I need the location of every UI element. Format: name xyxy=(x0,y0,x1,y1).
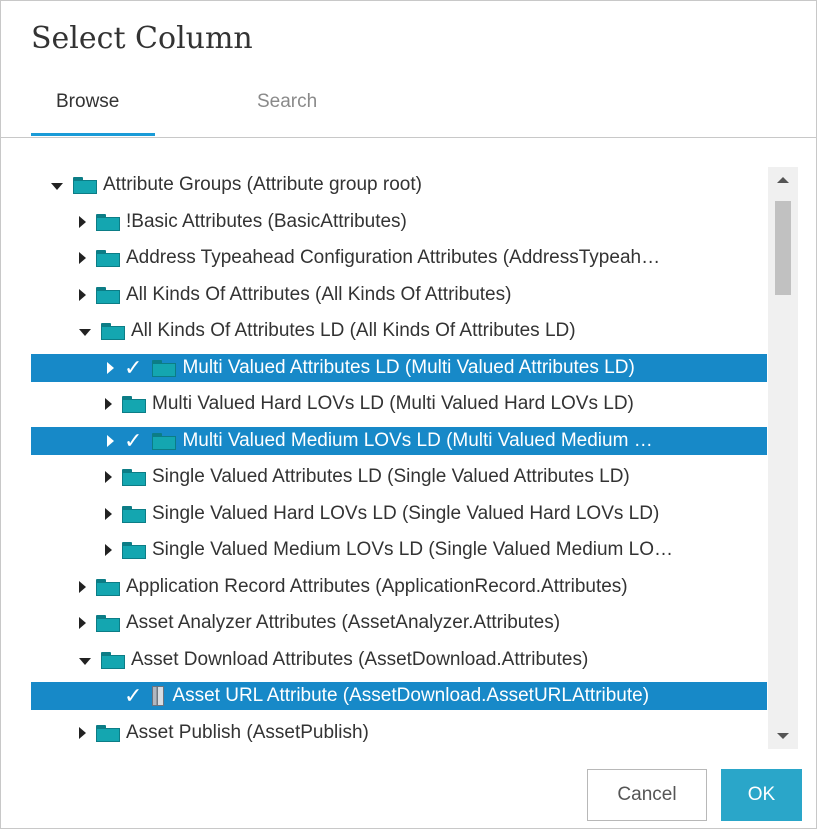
folder-icon xyxy=(122,505,146,523)
folder-icon xyxy=(122,468,146,486)
tree-scrollbar[interactable] xyxy=(768,167,798,749)
scroll-thumb[interactable] xyxy=(775,201,791,295)
expand-arrow-icon[interactable] xyxy=(79,657,91,665)
ok-button[interactable]: OK xyxy=(721,769,802,821)
scroll-up-arrow-icon[interactable] xyxy=(777,177,789,183)
collapse-arrow-icon[interactable] xyxy=(79,727,86,739)
tree-row[interactable]: !Basic Attributes (BasicAttributes) xyxy=(31,208,767,236)
tree-row[interactable]: Single Valued Medium LOVs LD (Single Val… xyxy=(31,536,767,564)
tree-row[interactable]: ✓ Multi Valued Attributes LD (Multi Value… xyxy=(31,354,767,382)
tree-row-label: Application Record Attributes (Applicati… xyxy=(126,576,628,597)
attribute-icon xyxy=(152,686,165,706)
folder-icon xyxy=(101,322,125,340)
collapse-arrow-icon[interactable] xyxy=(79,289,86,301)
tree-row-label: Asset URL Attribute (AssetDownload.Asset… xyxy=(172,685,650,706)
tree-row[interactable]: Address Typeahead Configuration Attribut… xyxy=(31,244,767,272)
folder-icon xyxy=(152,432,177,450)
tree-row-label: Asset Download Attributes (AssetDownload… xyxy=(131,649,589,670)
tree-row[interactable]: Attribute Groups (Attribute group root) xyxy=(31,171,767,199)
tree-row[interactable]: ✓ Multi Valued Medium LOVs LD (Multi Valu… xyxy=(31,427,767,455)
tree-row[interactable]: Single Valued Attributes LD (Single Valu… xyxy=(31,463,767,491)
collapse-arrow-icon[interactable] xyxy=(107,435,114,447)
tree-row-label: Single Valued Attributes LD (Single Valu… xyxy=(152,466,630,487)
collapse-arrow-icon[interactable] xyxy=(79,617,86,629)
tree-row[interactable]: Single Valued Hard LOVs LD (Single Value… xyxy=(31,500,767,528)
tree-row-label: Asset Publish (AssetPublish) xyxy=(126,722,369,743)
checkmark-icon: ✓ xyxy=(124,683,143,708)
tree-row[interactable]: ✓ Asset URL Attribute (AssetDownload.Asse… xyxy=(31,682,767,710)
tree-row-label: All Kinds Of Attributes (All Kinds Of At… xyxy=(126,284,512,305)
collapse-arrow-icon[interactable] xyxy=(79,581,86,593)
tree-row[interactable]: All Kinds Of Attributes (All Kinds Of At… xyxy=(31,281,767,309)
folder-icon xyxy=(73,176,97,194)
tree-row[interactable]: Multi Valued Hard LOVs LD (Multi Valued … xyxy=(31,390,767,418)
select-column-dialog: Select Column Browse Search Attribute Gr… xyxy=(0,0,817,829)
dialog-title: Select Column xyxy=(31,21,253,56)
collapse-arrow-icon[interactable] xyxy=(79,216,86,228)
collapse-arrow-icon[interactable] xyxy=(105,508,112,520)
folder-icon xyxy=(96,724,120,742)
tree-row-label: Multi Valued Attributes LD (Multi Valued… xyxy=(182,357,635,378)
tab-search[interactable]: Search xyxy=(257,91,317,113)
tree-row-label: Multi Valued Medium LOVs LD (Multi Value… xyxy=(182,430,653,451)
tab-browse[interactable]: Browse xyxy=(56,91,119,113)
scroll-down-arrow-icon[interactable] xyxy=(777,733,789,739)
collapse-arrow-icon[interactable] xyxy=(105,471,112,483)
tree-row-label: Asset Analyzer Attributes (AssetAnalyzer… xyxy=(126,612,561,633)
tree-row-label: Address Typeahead Configuration Attribut… xyxy=(126,247,661,268)
checkmark-icon: ✓ xyxy=(124,355,143,380)
tree-row-label: Multi Valued Hard LOVs LD (Multi Valued … xyxy=(152,393,634,414)
folder-icon xyxy=(96,249,120,267)
folder-icon xyxy=(96,578,120,596)
tab-bar: Browse Search xyxy=(1,81,816,138)
tree-row[interactable]: Asset Publish (AssetPublish) xyxy=(31,719,767,747)
tree-row[interactable]: Asset Analyzer Attributes (AssetAnalyzer… xyxy=(31,609,767,637)
collapse-arrow-icon[interactable] xyxy=(79,252,86,264)
tree-row-label: !Basic Attributes (BasicAttributes) xyxy=(126,211,407,232)
attribute-tree: Attribute Groups (Attribute group root)!… xyxy=(31,166,767,748)
tree-row-label: Single Valued Hard LOVs LD (Single Value… xyxy=(152,503,660,524)
expand-arrow-icon[interactable] xyxy=(79,328,91,336)
collapse-arrow-icon[interactable] xyxy=(105,544,112,556)
folder-icon xyxy=(101,651,125,669)
collapse-arrow-icon[interactable] xyxy=(105,398,112,410)
folder-icon xyxy=(96,614,120,632)
folder-icon xyxy=(152,359,177,377)
collapse-arrow-icon[interactable] xyxy=(107,362,114,374)
active-tab-indicator xyxy=(31,133,155,136)
folder-icon xyxy=(122,395,146,413)
tree-row-label: Attribute Groups (Attribute group root) xyxy=(103,174,422,195)
tree-row[interactable]: All Kinds Of Attributes LD (All Kinds Of… xyxy=(31,317,767,345)
checkmark-icon: ✓ xyxy=(124,428,143,453)
expand-arrow-icon[interactable] xyxy=(51,182,63,190)
tree-row[interactable]: Asset Download Attributes (AssetDownload… xyxy=(31,646,767,674)
folder-icon xyxy=(96,213,120,231)
cancel-button[interactable]: Cancel xyxy=(587,769,707,821)
tree-row-label: Single Valued Medium LOVs LD (Single Val… xyxy=(152,539,673,560)
folder-icon xyxy=(122,541,146,559)
tree-row-label: All Kinds Of Attributes LD (All Kinds Of… xyxy=(131,320,576,341)
tree-row[interactable]: Application Record Attributes (Applicati… xyxy=(31,573,767,601)
folder-icon xyxy=(96,286,120,304)
